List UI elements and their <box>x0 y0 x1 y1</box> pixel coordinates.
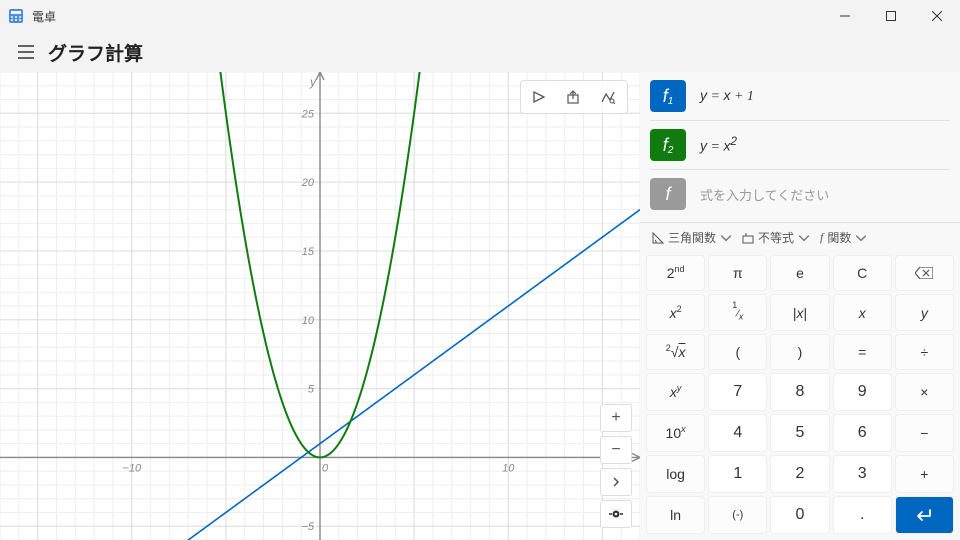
category-functions[interactable]: f 関数 <box>820 229 867 246</box>
key-8[interactable]: 8 <box>770 373 829 411</box>
zoom-in-button[interactable]: + <box>600 404 632 432</box>
key-mul[interactable]: × <box>895 373 954 411</box>
key-xy[interactable]: xy <box>646 373 705 411</box>
category-trig[interactable]: 三角関数 <box>652 229 732 246</box>
key-dot[interactable]: . <box>833 496 892 534</box>
graph-area[interactable]: −10010−5510152025xy + − <box>0 72 640 540</box>
svg-text:10: 10 <box>302 315 315 327</box>
fit-view-button[interactable] <box>600 500 632 528</box>
svg-text:20: 20 <box>301 177 315 189</box>
key-tenx[interactable]: 10x <box>646 414 705 452</box>
collapse-panel-button[interactable] <box>600 468 632 496</box>
graph-canvas: −10010−5510152025xy <box>0 72 640 540</box>
chevron-down-icon <box>798 232 810 244</box>
key-second[interactable]: 2nd <box>646 255 705 291</box>
keypad: 2ndπeCx21⁄x|x|xy2√x()=÷xy789×10x456−log1… <box>640 252 960 540</box>
function-row-2[interactable]: f2 y = x2 <box>650 127 950 163</box>
zoom-out-button[interactable]: − <box>600 436 632 464</box>
svg-text:10: 10 <box>502 462 515 474</box>
key-enter[interactable] <box>895 496 954 534</box>
category-inequality[interactable]: 不等式 <box>742 229 810 246</box>
function-f-icon: f <box>820 230 823 245</box>
key-bksp[interactable] <box>895 255 954 291</box>
header: グラフ計算 <box>0 32 960 72</box>
key-0[interactable]: 0 <box>770 496 829 534</box>
function-badge[interactable]: f2 <box>650 129 686 161</box>
function-badge[interactable]: f <box>650 178 686 210</box>
key-nroot[interactable]: 2√x <box>646 334 705 370</box>
close-button[interactable] <box>914 0 960 32</box>
key-6[interactable]: 6 <box>833 414 892 452</box>
key-recip[interactable]: 1⁄x <box>708 294 767 331</box>
key-abs[interactable]: |x| <box>770 294 829 331</box>
key-add[interactable]: + <box>895 455 954 493</box>
category-trig-label: 三角関数 <box>668 229 716 246</box>
graph-options-button[interactable] <box>591 83 625 111</box>
key-sub[interactable]: − <box>895 414 954 452</box>
key-sign[interactable]: (-) <box>708 496 767 534</box>
key-log[interactable]: log <box>646 455 705 493</box>
minimize-button[interactable] <box>822 0 868 32</box>
key-div[interactable]: ÷ <box>895 334 954 370</box>
key-xsq[interactable]: x2 <box>646 294 705 331</box>
function-expression[interactable]: y = x2 <box>700 135 737 156</box>
svg-text:25: 25 <box>301 108 315 120</box>
key-clear[interactable]: C <box>833 255 892 291</box>
category-inequality-label: 不等式 <box>758 229 794 246</box>
function-badge[interactable]: f1 <box>650 80 686 112</box>
svg-text:15: 15 <box>302 246 315 258</box>
maximize-button[interactable] <box>868 0 914 32</box>
zoom-toolbar: + − <box>600 404 632 528</box>
inequality-icon <box>742 232 754 244</box>
hamburger-menu-button[interactable] <box>8 34 44 70</box>
svg-text:0: 0 <box>322 462 329 474</box>
content: −10010−5510152025xy + − f1y = x + 1f2 <box>0 72 960 540</box>
mode-title: グラフ計算 <box>48 39 143 66</box>
svg-text:−10: −10 <box>122 462 142 474</box>
key-2[interactable]: 2 <box>770 455 829 493</box>
key-x[interactable]: x <box>833 294 892 331</box>
chevron-down-icon <box>855 232 867 244</box>
key-5[interactable]: 5 <box>770 414 829 452</box>
key-ln[interactable]: ln <box>646 496 705 534</box>
window-title: 電卓 <box>32 8 822 25</box>
svg-text:5: 5 <box>308 384 315 396</box>
category-functions-label: 関数 <box>827 229 851 246</box>
angle-icon <box>652 232 664 244</box>
function-row-3[interactable]: f 式を入力してください <box>650 176 950 212</box>
key-3[interactable]: 3 <box>833 455 892 493</box>
calculator-app-icon <box>8 8 24 24</box>
key-7[interactable]: 7 <box>708 373 767 411</box>
key-lparen[interactable]: ( <box>708 334 767 370</box>
keypad-category-row: 三角関数 不等式 f 関数 <box>640 222 960 252</box>
key-1[interactable]: 1 <box>708 455 767 493</box>
key-e[interactable]: e <box>770 255 829 291</box>
function-list: f1 y = x + 1 f2 y = x2 f 式を入力してください <box>640 72 960 222</box>
key-4[interactable]: 4 <box>708 414 767 452</box>
trace-button[interactable] <box>523 83 557 111</box>
chevron-down-icon <box>720 232 732 244</box>
key-eq[interactable]: = <box>833 334 892 370</box>
key-9[interactable]: 9 <box>833 373 892 411</box>
side-panel: f1y = x + 1f2y = x2f式を入力してください 三角関数 不等式 … <box>640 72 960 540</box>
svg-text:−5: −5 <box>301 521 314 533</box>
key-pi[interactable]: π <box>708 255 767 291</box>
titlebar: 電卓 <box>0 0 960 32</box>
function-expression[interactable]: y = x + 1 <box>700 87 754 105</box>
svg-text:y: y <box>309 75 317 89</box>
share-button[interactable] <box>557 83 591 111</box>
function-placeholder[interactable]: 式を入力してください <box>700 185 829 204</box>
key-y[interactable]: y <box>895 294 954 331</box>
graph-toolbar <box>520 80 628 114</box>
key-rparen[interactable]: ) <box>770 334 829 370</box>
function-row-1[interactable]: f1 y = x + 1 <box>650 78 950 114</box>
